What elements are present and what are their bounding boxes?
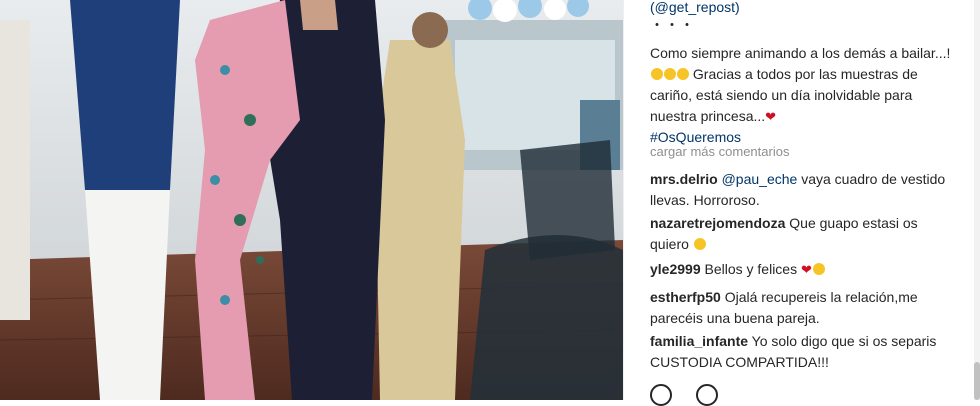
comment-username[interactable]: estherfp50 — [650, 289, 721, 305]
grin-emoji-icon — [664, 68, 676, 80]
red-heart-emoji-icon: ❤ — [765, 109, 777, 124]
comment-username[interactable]: familia_infante — [650, 333, 748, 349]
heart-eyes-emoji-icon — [693, 238, 706, 250]
repost-tag-link[interactable]: (@get_repost) — [650, 0, 740, 15]
comments-panel: (@get_repost) ・・・ Como siempre animando … — [623, 0, 980, 406]
comment-item: familia_infante Yo solo digo que si os s… — [650, 331, 950, 373]
like-heart-icon[interactable] — [650, 384, 672, 406]
caption-text-rest: Gracias a todos por las muestras de cari… — [650, 66, 918, 124]
comment-username[interactable]: yle2999 — [650, 261, 701, 277]
grin-emoji-icon — [651, 68, 663, 80]
instagram-post: (@get_repost) ・・・ Como siempre animando … — [0, 0, 980, 406]
comment-item: yle2999 Bellos y felices ❤ — [650, 259, 950, 280]
comment-username[interactable]: mrs.delrio — [650, 171, 718, 187]
comment-item: estherfp50 Ojalá recupereis la relación,… — [650, 287, 950, 329]
hashtag-link[interactable]: #OsQueremos — [650, 129, 741, 145]
red-heart-emoji-icon: ❤ — [800, 262, 812, 277]
post-photo[interactable] — [0, 0, 623, 400]
caption-dots: ・・・ — [650, 17, 695, 33]
post-photo-illustration — [0, 0, 623, 400]
caption-text-main: Como siempre animando a los demás a bail… — [650, 45, 951, 61]
comment-text: Bellos y felices — [700, 261, 798, 277]
comment-item: mrs.delrio @pau_eche vaya cuadro de vest… — [650, 169, 950, 211]
comment-item: nazaretrejomendoza Que guapo estasi os q… — [650, 213, 950, 255]
scrollbar-thumb[interactable] — [974, 362, 980, 400]
comment-username[interactable]: nazaretrejomendoza — [650, 215, 785, 231]
load-more-comments-button[interactable]: cargar más comentarios — [650, 144, 789, 159]
post-actions — [650, 384, 730, 406]
heart-eyes-emoji-icon — [812, 263, 825, 275]
comment-bubble-icon[interactable] — [696, 384, 718, 406]
post-caption: (@get_repost) ・・・ Como siempre animando … — [650, 0, 960, 148]
scrollbar[interactable] — [974, 0, 980, 400]
comment-mention[interactable]: @pau_eche — [722, 171, 798, 187]
grin-emoji-icon — [677, 68, 689, 80]
